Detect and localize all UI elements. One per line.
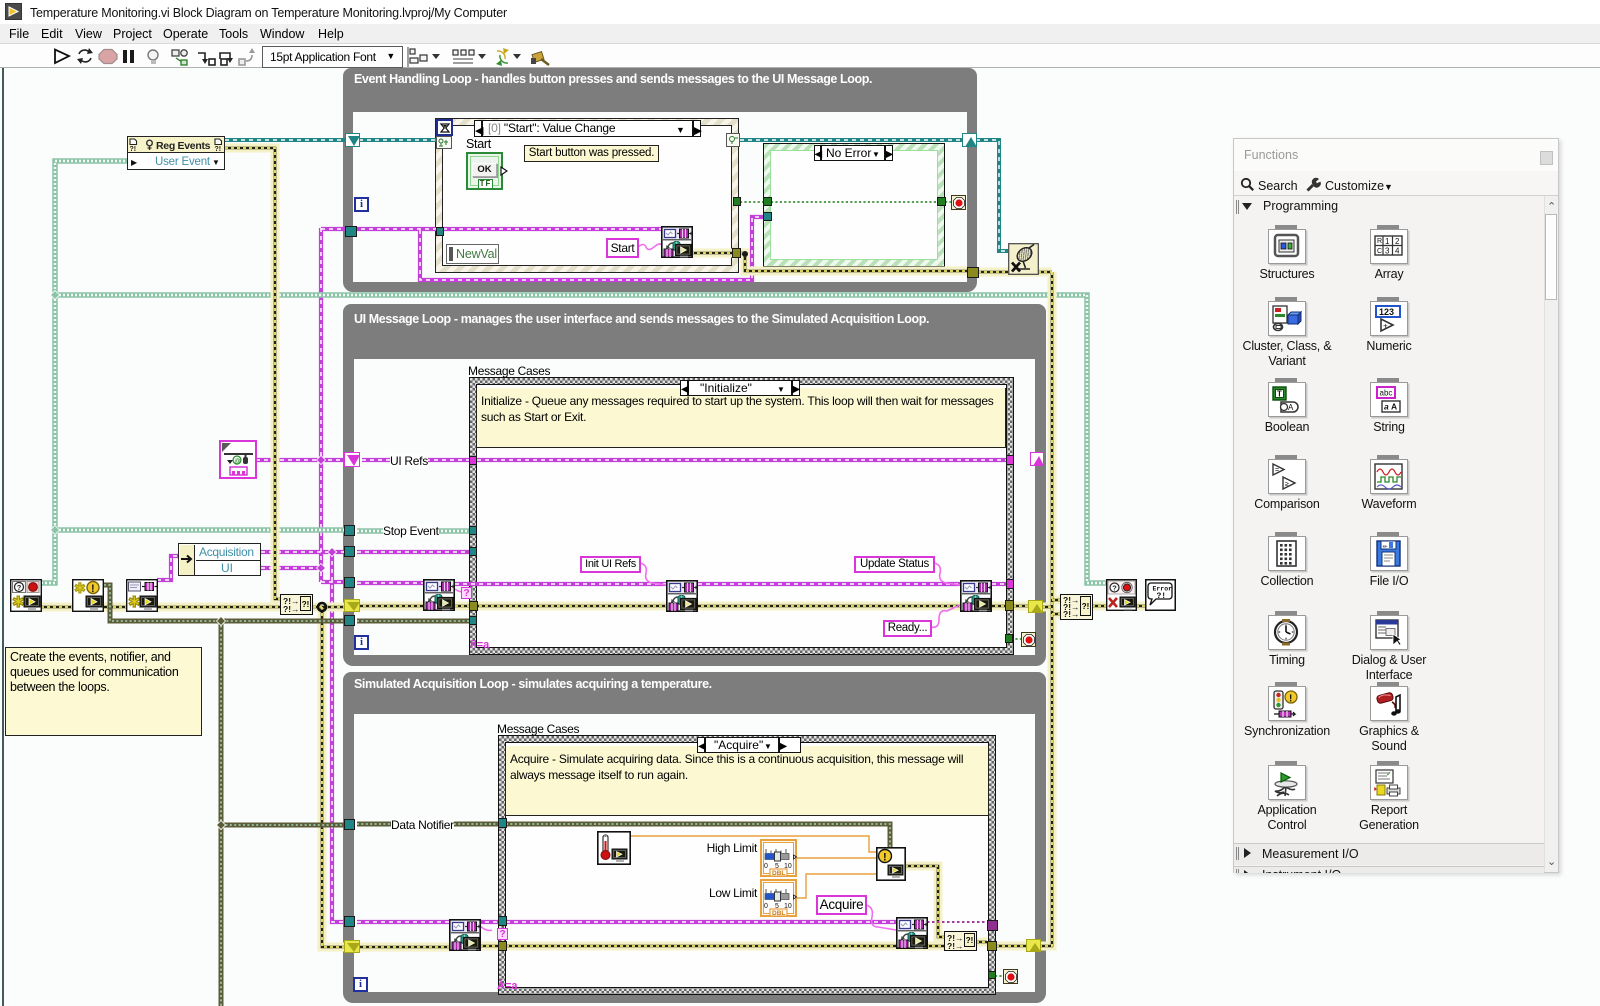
svg-text:1: 1 — [1385, 237, 1390, 246]
svg-text:4: 4 — [1395, 247, 1400, 256]
svg-text:!: ! — [1289, 694, 1292, 705]
svg-text:!: ! — [883, 852, 887, 864]
svg-text:T: T — [1277, 390, 1282, 399]
svg-text:✏: ✏ — [1383, 545, 1388, 551]
svg-text:?!: ?! — [215, 146, 222, 152]
svg-text:a: a — [1384, 402, 1389, 412]
svg-text:R: R — [1377, 238, 1382, 245]
svg-text:✱: ✱ — [12, 594, 25, 611]
svg-text:abc: abc — [1380, 389, 1393, 398]
svg-text:3: 3 — [1385, 247, 1390, 256]
svg-text:!: ! — [91, 583, 95, 595]
svg-text:≥: ≥ — [1285, 481, 1289, 488]
svg-text:?!: ?! — [130, 146, 137, 152]
svg-text:DBL: DBL — [772, 910, 785, 917]
svg-text:DBL: DBL — [772, 870, 785, 877]
svg-text:+: + — [1383, 322, 1388, 331]
svg-text:?: ? — [17, 583, 22, 592]
svg-text:2: 2 — [1395, 237, 1400, 246]
svg-text:C: C — [1377, 248, 1382, 255]
svg-text:0: 0 — [764, 903, 768, 910]
svg-text:A: A — [1391, 402, 1397, 412]
svg-text:?: ? — [1112, 584, 1117, 593]
svg-text:✓: ✓ — [1386, 771, 1392, 778]
svg-text:0: 0 — [764, 863, 768, 870]
svg-text:@: @ — [234, 459, 240, 465]
svg-text:✱: ✱ — [128, 594, 141, 611]
svg-text:?!: ?! — [1157, 592, 1167, 601]
svg-text:✱: ✱ — [74, 580, 86, 596]
svg-text:123: 123 — [1379, 307, 1394, 317]
svg-text:=: = — [1275, 467, 1279, 474]
svg-text:A: A — [1288, 403, 1294, 412]
